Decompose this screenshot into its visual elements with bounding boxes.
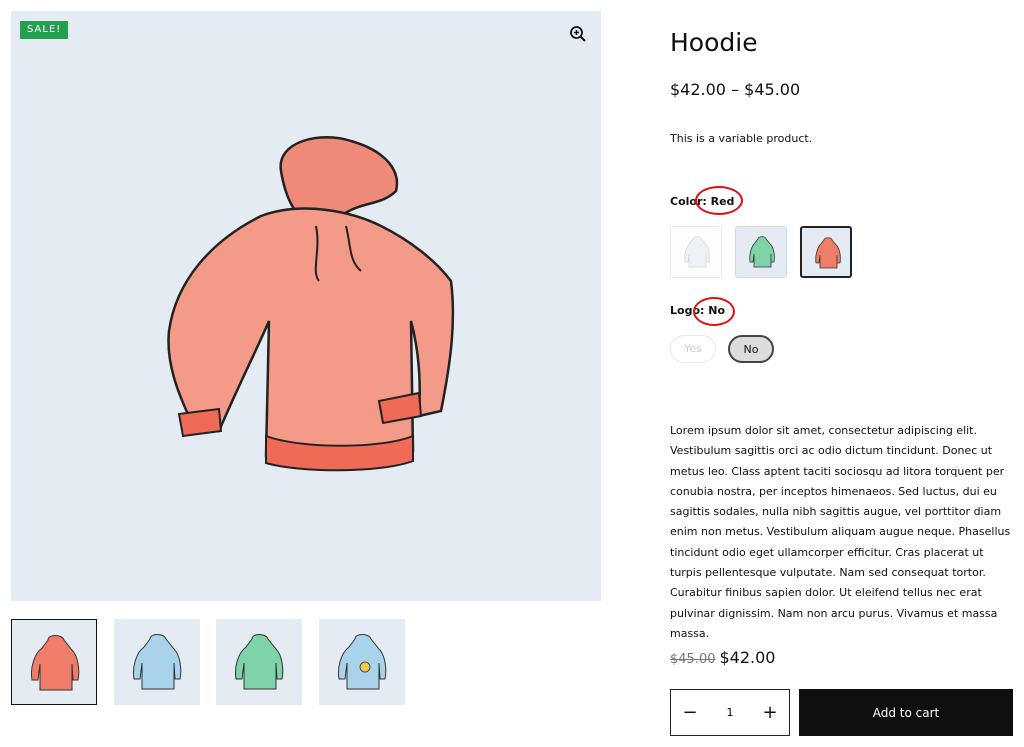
sale-badge: SALE!: [20, 21, 69, 39]
hoodie-product-image[interactable]: [151, 131, 461, 491]
long-description: Lorem ipsum dolor sit amet, consectetur …: [670, 424, 1011, 640]
old-price: $45.00: [670, 652, 716, 667]
short-description: This is a variable product.: [670, 132, 813, 145]
thumbnail-green[interactable]: [216, 619, 302, 705]
color-swatch-green[interactable]: [735, 226, 787, 278]
annotation-circle: [693, 297, 735, 326]
zoom-in-icon[interactable]: [569, 25, 587, 43]
new-price: $42.00: [719, 648, 776, 667]
product-gallery: SALE!: [11, 11, 601, 601]
price-range: $42.00 – $45.00: [670, 80, 801, 99]
product-title: Hoodie: [670, 28, 758, 57]
thumbnail-blue-logo[interactable]: [319, 619, 405, 705]
logo-option-no[interactable]: No: [728, 335, 774, 363]
quantity-input[interactable]: [713, 705, 747, 720]
color-swatch-red[interactable]: [800, 226, 852, 278]
sale-price: $45.00 $42.00: [670, 648, 775, 667]
minus-icon[interactable]: −: [671, 690, 709, 735]
thumbnail-blue[interactable]: [114, 619, 200, 705]
plus-icon[interactable]: +: [751, 690, 789, 735]
quantity-stepper: − +: [670, 689, 790, 736]
color-swatch-white[interactable]: [670, 226, 722, 278]
logo-option-yes[interactable]: Yes: [670, 335, 716, 363]
add-to-cart-button[interactable]: Add to cart: [799, 689, 1013, 736]
annotation-circle: [695, 186, 743, 215]
gallery-thumbnails: [11, 619, 431, 705]
thumbnail-red[interactable]: [11, 619, 97, 705]
